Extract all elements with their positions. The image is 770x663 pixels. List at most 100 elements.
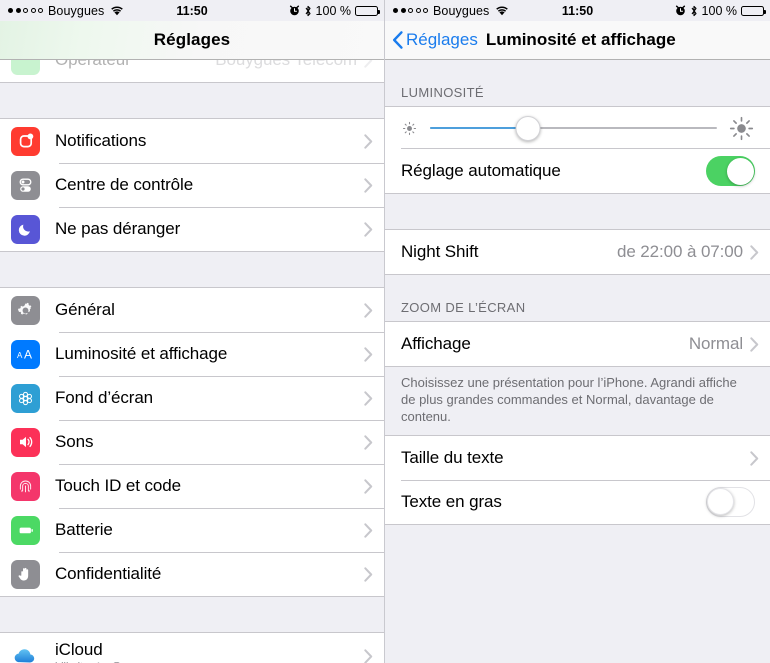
bold-text-label: Texte en gras (401, 492, 502, 511)
chevron-right-icon (364, 346, 373, 362)
settings-row-operator[interactable]: Opérateur Bouygues Telecom (0, 60, 384, 82)
chevron-right-icon (750, 336, 759, 352)
chevron-right-icon (750, 244, 759, 260)
chevron-right-icon (364, 302, 373, 318)
alarm-icon (289, 5, 299, 16)
bold-text-toggle[interactable] (706, 487, 755, 517)
brightness-slider-row[interactable] (385, 107, 770, 149)
page-title: Réglages (153, 30, 231, 49)
chevron-right-icon (364, 177, 373, 193)
svg-text:A: A (24, 348, 32, 362)
screen-zoom-footer-note: Choisissez une présentation pour l’iPhon… (385, 367, 770, 435)
status-bar-right: 100 % (675, 4, 766, 18)
chevron-right-icon (364, 390, 373, 406)
settings-row-label: Confidentialité (55, 564, 162, 583)
svg-text:A: A (17, 351, 23, 360)
night-shift-row[interactable]: Night Shift de 22:00 à 07:00 (385, 230, 770, 274)
bluetooth-icon (691, 5, 697, 16)
chevron-right-icon (364, 478, 373, 494)
section-gap (385, 60, 770, 78)
auto-brightness-label: Réglage automatique (401, 161, 561, 180)
settings-row-battery[interactable]: Batterie (0, 508, 384, 552)
settings-group-general: Général A A Luminosité et affichage Fond… (0, 287, 384, 597)
auto-brightness-row[interactable]: Réglage automatique (385, 149, 770, 193)
settings-row-label: Touch ID et code (55, 476, 181, 495)
settings-row-sounds[interactable]: Sons (0, 420, 384, 464)
chevron-right-icon (364, 648, 373, 663)
chevron-right-icon (364, 221, 373, 237)
settings-row-value: Bouygues Telecom (215, 60, 357, 70)
settings-row-brightness-display[interactable]: A A Luminosité et affichage (0, 332, 384, 376)
settings-row-privacy[interactable]: Confidentialité (0, 552, 384, 596)
brightness-low-icon (402, 121, 417, 135)
navigation-bar: Réglages Luminosité et affichage (385, 21, 770, 60)
settings-row-label: Notifications (55, 131, 147, 150)
settings-row-control-center[interactable]: Centre de contrôle (0, 163, 384, 207)
settings-row-label: Batterie (55, 520, 113, 539)
bold-text-row[interactable]: Texte en gras (385, 480, 770, 524)
display-value: Normal (688, 334, 743, 353)
wifi-icon (496, 6, 509, 16)
brightness-slider[interactable] (430, 115, 717, 141)
brightness-group: Réglage automatique (385, 106, 770, 194)
alarm-icon (675, 5, 685, 16)
settings-row-notifications[interactable]: Notifications (0, 119, 384, 163)
status-bar: Bouygues 11:50 100 % (0, 0, 384, 21)
section-gap (0, 597, 384, 632)
battery-percentage: 100 % (315, 3, 351, 18)
signal-strength-icon (393, 8, 428, 13)
text-size-row[interactable]: Taille du texte (385, 436, 770, 480)
settings-scroll-view[interactable]: Opérateur Bouygues Telecom Not (0, 60, 384, 663)
auto-brightness-toggle[interactable] (706, 156, 755, 186)
text-group: Taille du texte Texte en gras (385, 435, 770, 525)
section-gap (385, 194, 770, 229)
carrier-group: Opérateur Bouygues Telecom (0, 60, 384, 83)
control-center-icon (11, 170, 40, 200)
carrier-name: Bouygues (433, 3, 490, 18)
battery-full-icon (355, 5, 380, 16)
section-gap (0, 252, 384, 287)
screen-zoom-group: Affichage Normal (385, 321, 770, 367)
slider-fill (430, 127, 528, 129)
carrier-name: Bouygues (48, 3, 105, 18)
settings-row-label: iCloud (55, 639, 103, 659)
brightness-scroll-view[interactable]: LUMINOSITÉ Réglage automatique Night Shi… (385, 60, 770, 663)
speaker-icon (11, 427, 40, 457)
section-gap (0, 83, 384, 118)
carrier-icon (11, 60, 40, 75)
settings-row-label: Centre de contrôle (55, 175, 194, 194)
settings-row-do-not-disturb[interactable]: Ne pas déranger (0, 207, 384, 251)
settings-row-icloud[interactable]: iCloud bill...it... 1...@... (0, 633, 384, 663)
settings-row-label: Fond d’écran (55, 388, 154, 407)
back-button[interactable]: Réglages (392, 30, 478, 50)
chevron-left-icon (393, 31, 403, 49)
status-bar-left: Bouygues (8, 4, 124, 18)
do-not-disturb-icon (11, 214, 40, 244)
settings-group-icloud: iCloud bill...it... 1...@... (0, 632, 384, 663)
wallpaper-flower-icon (11, 383, 40, 413)
text-size-label: Taille du texte (401, 448, 504, 467)
battery-icon (11, 515, 40, 545)
settings-row-touch-id[interactable]: Touch ID et code (0, 464, 384, 508)
chevron-right-icon (364, 566, 373, 582)
chevron-right-icon (750, 450, 759, 466)
chevron-right-icon (364, 434, 373, 450)
section-header-brightness: LUMINOSITÉ (385, 78, 770, 106)
settings-row-label: Ne pas déranger (55, 219, 181, 238)
notifications-icon (11, 126, 40, 156)
settings-group-notifications: Notifications Centre de contrôle Ne pas … (0, 118, 384, 252)
settings-row-general[interactable]: Général (0, 288, 384, 332)
settings-row-wallpaper[interactable]: Fond d’écran (0, 376, 384, 420)
night-shift-value: de 22:00 à 07:00 (616, 242, 743, 261)
dual-screenshot: Bouygues 11:50 100 % Réglages Notificati… (0, 0, 770, 663)
slider-thumb[interactable] (515, 115, 541, 141)
status-bar: Bouygues 11:50 100 % (385, 0, 770, 21)
settings-row-label: Luminosité et affichage (55, 344, 228, 363)
hand-privacy-icon (11, 559, 40, 589)
brightness-display-screen: Bouygues 11:50 100 % Réglages Luminosité… (385, 0, 770, 663)
display-label: Affichage (401, 334, 471, 353)
display-row[interactable]: Affichage Normal (385, 322, 770, 366)
icloud-icon (11, 641, 40, 663)
settings-list-screen: Bouygues 11:50 100 % Réglages Notificati… (0, 0, 385, 663)
night-shift-label: Night Shift (401, 242, 479, 261)
